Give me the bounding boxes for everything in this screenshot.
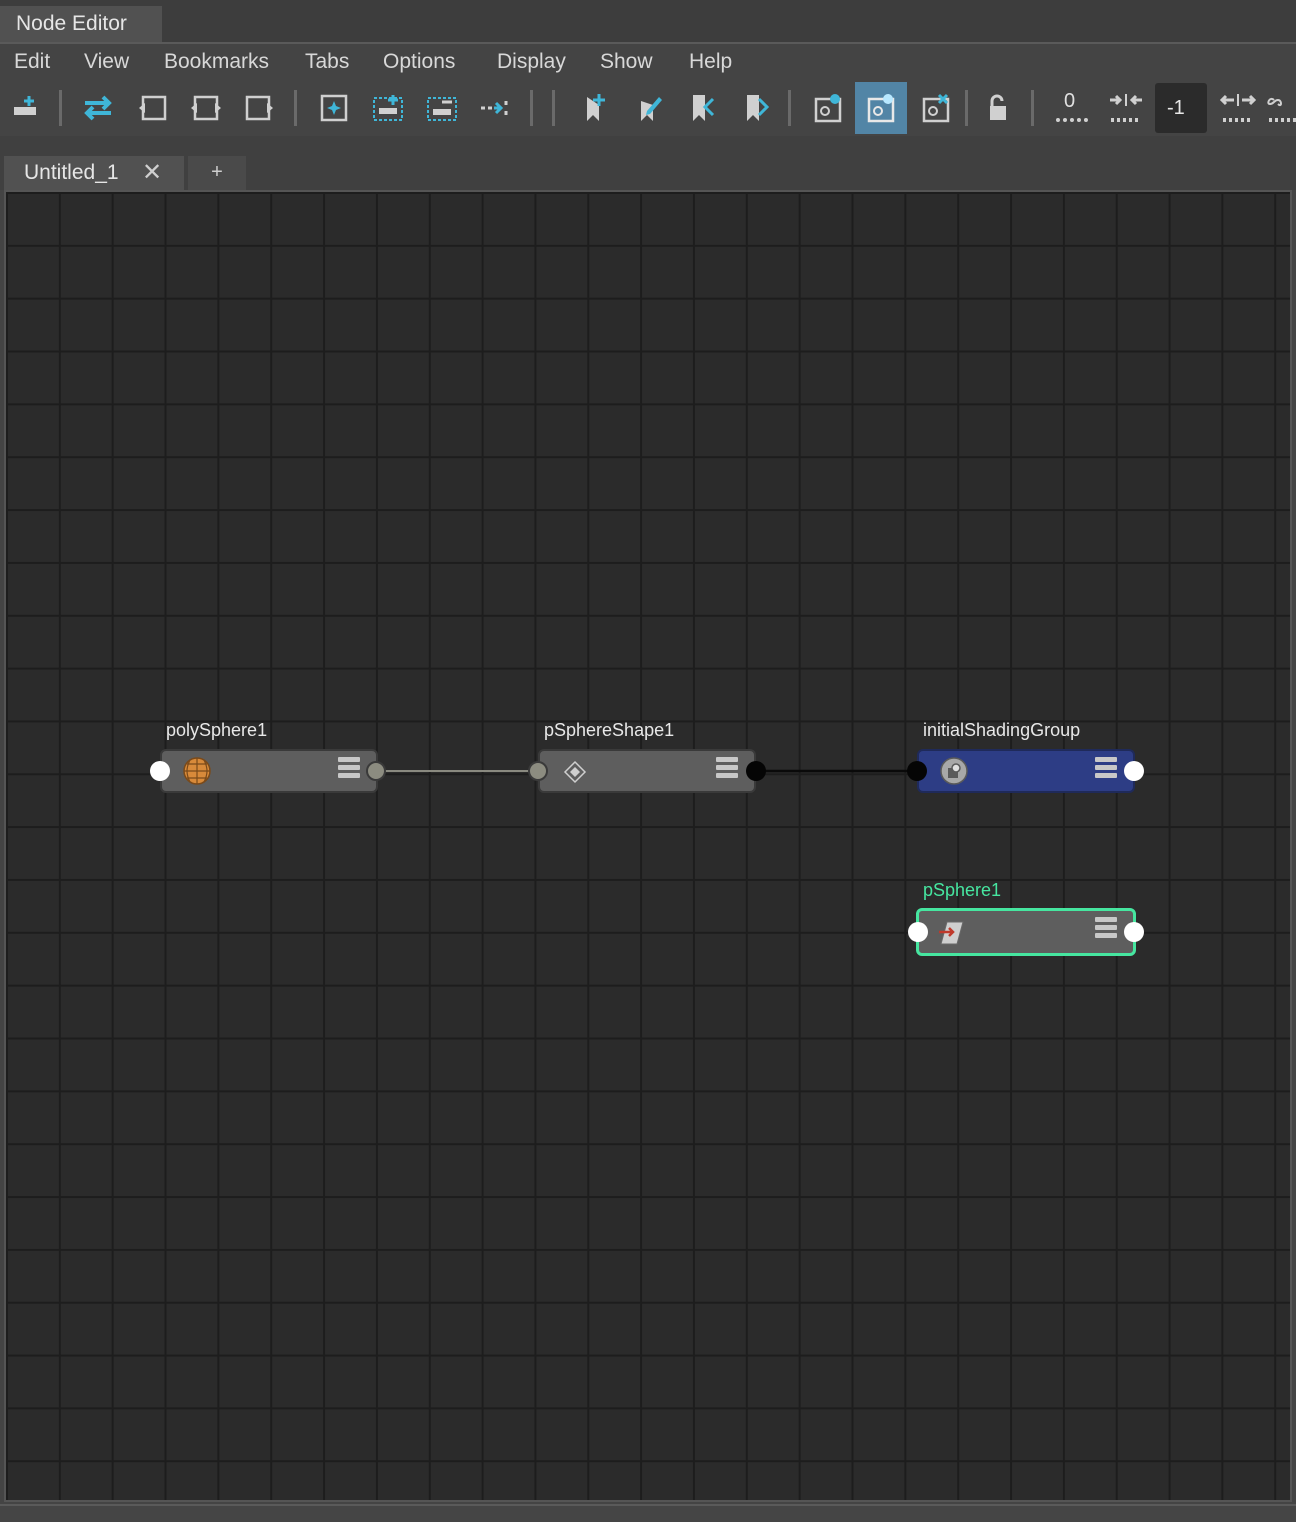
menu-display[interactable]: Display [497, 48, 566, 76]
graph-icon[interactable] [802, 82, 854, 134]
lock-icon[interactable] [970, 82, 1022, 134]
connection-layer [378, 769, 918, 773]
spread-icon[interactable] [1212, 82, 1264, 134]
collapse-label: 0 [1064, 90, 1076, 112]
tab-bar: Untitled_1 ✕ + [0, 136, 1296, 190]
node-label-polySphere1: polySphere1 [166, 720, 268, 740]
toolbar-separator [965, 90, 968, 126]
bookmark-edit-icon[interactable] [622, 82, 674, 134]
node-label-initialShadingGroup: initialShadingGroup [923, 720, 1081, 740]
menu-show[interactable]: Show [600, 48, 653, 76]
menu-edit[interactable]: Edit [14, 48, 50, 76]
node-polySphere1[interactable] [160, 749, 378, 793]
output-port[interactable] [366, 761, 386, 781]
input-port[interactable] [908, 922, 928, 942]
toolbar-separator [552, 90, 555, 126]
attribute-menu-icon[interactable] [1095, 917, 1117, 941]
node-label-pSphere1: pSphere1 [923, 880, 1002, 900]
expand-icon[interactable] [1100, 82, 1152, 134]
add-tab-button[interactable]: + [188, 156, 246, 190]
transform-icon [939, 921, 964, 945]
graph-active-icon[interactable] [855, 82, 907, 134]
node-label-pSphereShape1: pSphereShape1 [544, 720, 675, 740]
toolbar-separator [530, 90, 533, 126]
close-icon[interactable]: ✕ [142, 156, 162, 190]
node-pSphere1[interactable] [916, 908, 1136, 956]
toolbar-separator [788, 90, 791, 126]
toolbar-separator [294, 90, 297, 126]
menu-tabs[interactable]: Tabs [305, 48, 349, 76]
toolbar-separator [1031, 90, 1034, 126]
input-port[interactable] [150, 761, 170, 781]
output-port[interactable] [1124, 922, 1144, 942]
infinity-icon[interactable] [1266, 82, 1296, 134]
menu-bookmarks[interactable]: Bookmarks [164, 48, 269, 76]
input-connections-icon[interactable] [126, 82, 178, 134]
remove-selected-icon[interactable] [416, 82, 468, 134]
node-initialShadingGroup[interactable] [917, 749, 1135, 793]
frame-selection-icon[interactable] [308, 82, 360, 134]
swap-icon[interactable] [72, 82, 124, 134]
attribute-menu-icon[interactable] [338, 757, 360, 781]
input-port[interactable] [528, 761, 548, 781]
bookmark-previous-icon[interactable] [676, 82, 728, 134]
menu-view[interactable]: View [84, 48, 129, 76]
title-bar: Node Editor [0, 0, 1296, 44]
attribute-menu-icon[interactable] [1095, 757, 1117, 781]
tab-label: Untitled_1 [24, 161, 119, 184]
layout-icon[interactable] [470, 82, 522, 134]
toolbar: 0 -1 [0, 80, 1296, 136]
window-title: Node Editor [0, 6, 162, 42]
bookmark-next-icon[interactable] [730, 82, 782, 134]
output-port[interactable] [746, 761, 766, 781]
poly-sphere-icon [183, 757, 211, 785]
add-node-icon[interactable] [0, 82, 52, 134]
menu-help[interactable]: Help [689, 48, 732, 76]
shading-group-icon [940, 757, 968, 785]
mesh-shape-icon [563, 760, 587, 784]
menu-options[interactable]: Options [383, 48, 455, 76]
output-connections-icon[interactable] [234, 82, 286, 134]
status-strip [0, 1504, 1296, 1522]
output-port[interactable] [1124, 761, 1144, 781]
node-pSphereShape1[interactable] [538, 749, 756, 793]
input-port[interactable] [907, 761, 927, 781]
tab-untitled-1[interactable]: Untitled_1 ✕ [4, 156, 184, 190]
add-selected-icon[interactable] [362, 82, 414, 134]
input-output-connections-icon[interactable] [180, 82, 232, 134]
graph-clear-icon[interactable] [910, 82, 962, 134]
menu-bar: Edit View Bookmarks Tabs Options Display… [0, 44, 1296, 80]
depth-field[interactable]: -1 [1155, 83, 1207, 133]
collapse-icon[interactable]: 0 [1046, 82, 1098, 134]
attribute-menu-icon[interactable] [716, 757, 738, 781]
toolbar-separator [59, 90, 62, 126]
node-graph-canvas[interactable]: polySphere1 pSphereShape1 initialShading… [4, 190, 1292, 1502]
bookmark-add-icon[interactable] [568, 82, 620, 134]
